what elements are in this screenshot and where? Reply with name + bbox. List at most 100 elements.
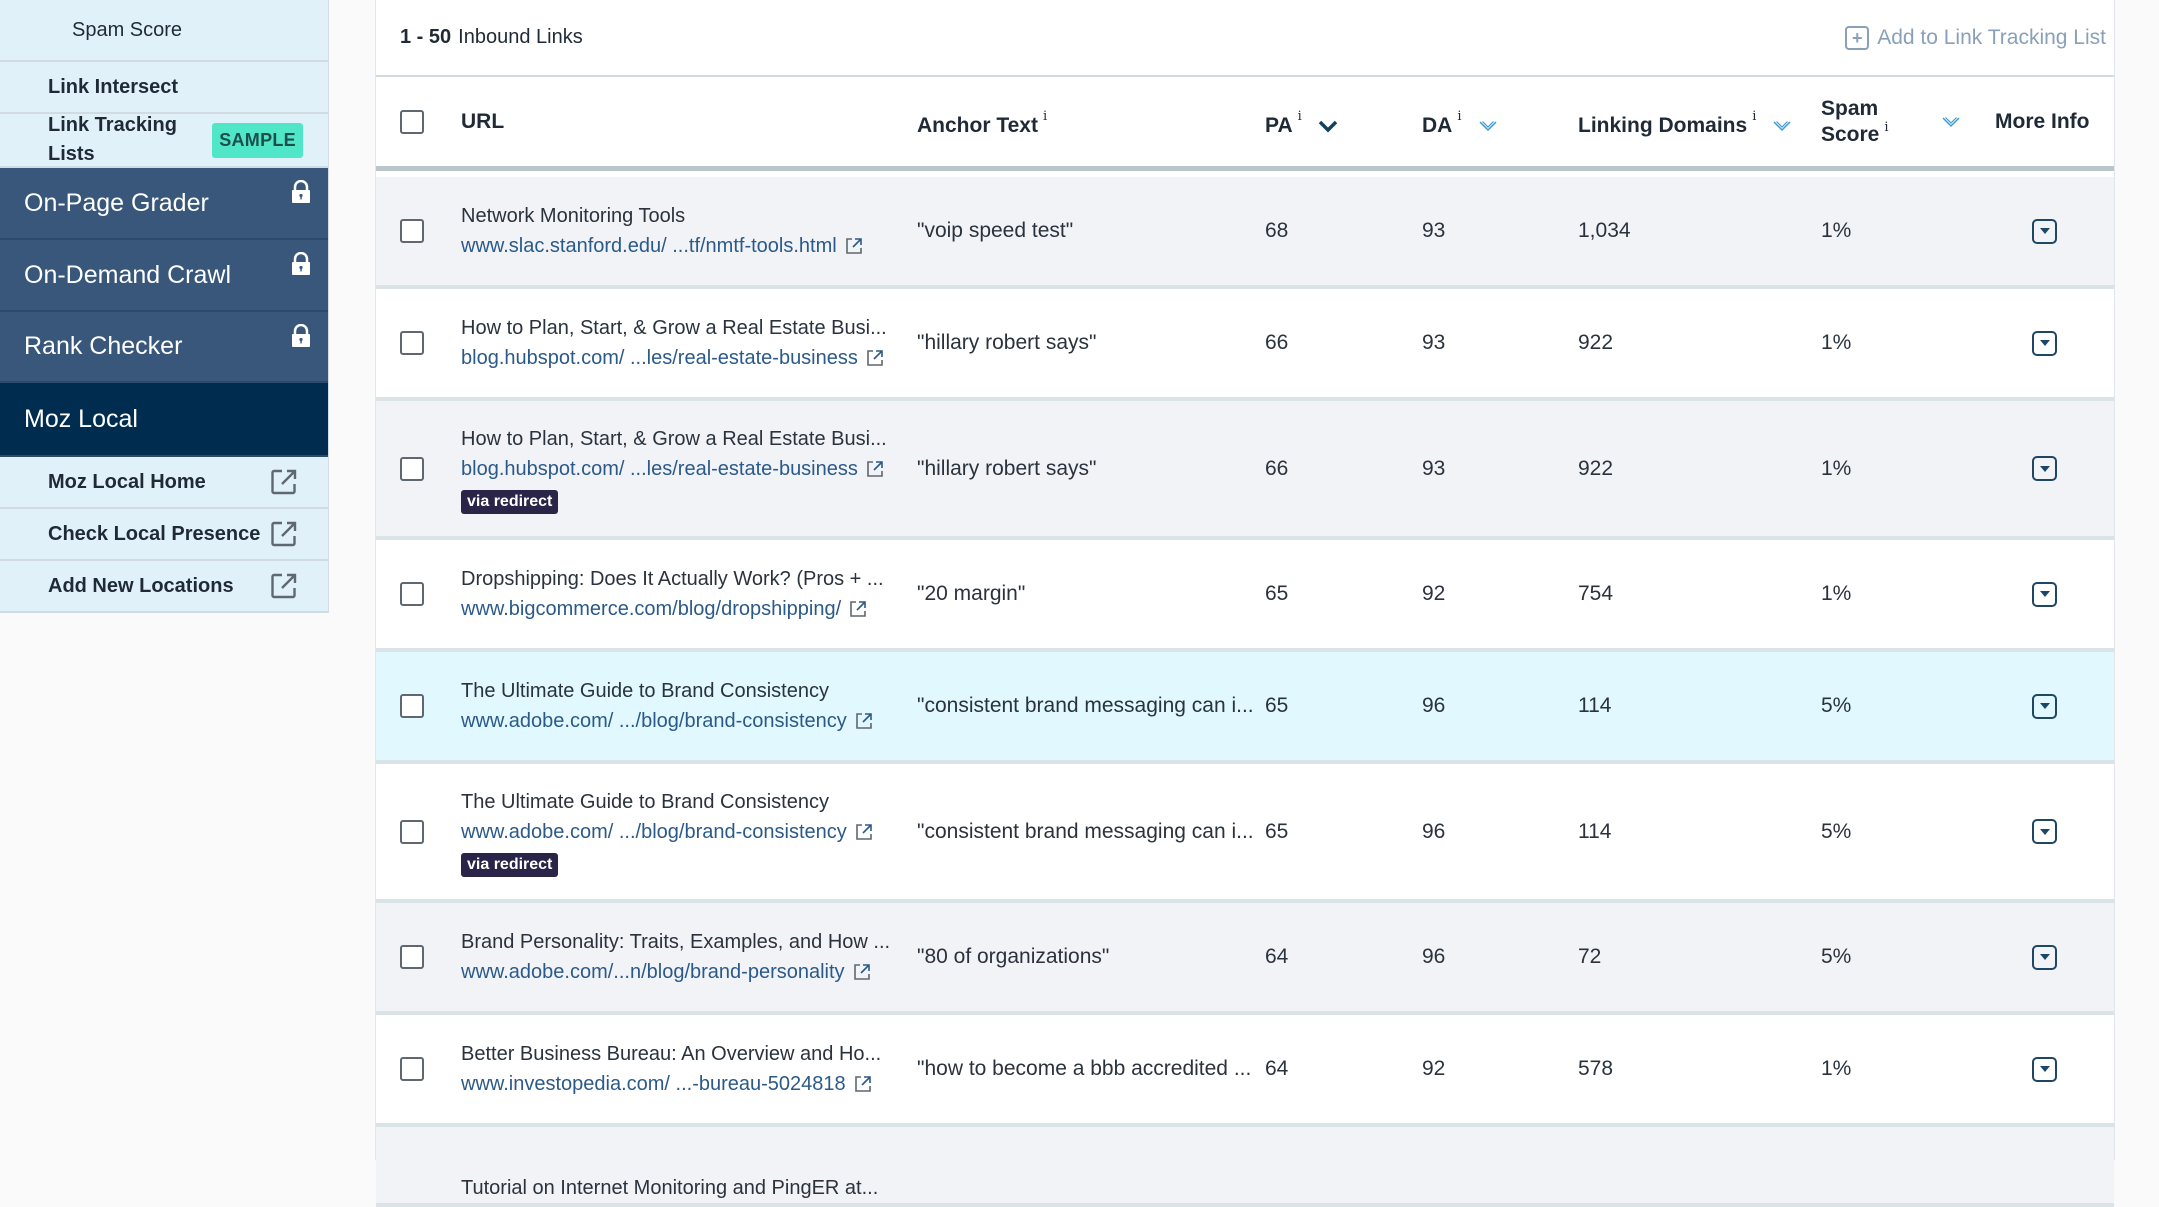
- table-row[interactable]: Brand Personality: Traits, Examples, and…: [376, 903, 2114, 1015]
- column-label: Anchor Text: [917, 113, 1038, 137]
- url-cell: How to Plan, Start, & Grow a Real Estate…: [461, 401, 901, 536]
- url-cell: Better Business Bureau: An Overview and …: [461, 1015, 901, 1123]
- row-checkbox[interactable]: [400, 819, 424, 844]
- table-row[interactable]: Network Monitoring Tools www.slac.stanfo…: [376, 177, 2114, 289]
- page-title: Brand Personality: Traits, Examples, and…: [461, 931, 891, 953]
- inbound-links-panel: 1 - 50 Inbound Links + Add to Link Track…: [375, 0, 2115, 1207]
- result-range-label: Inbound Links: [458, 26, 583, 48]
- select-all-checkbox[interactable]: [400, 109, 424, 134]
- sidebar-item-moz-local-home[interactable]: Moz Local Home: [0, 457, 328, 509]
- expand-more-info-button[interactable]: [2032, 819, 2057, 844]
- table-row[interactable]: The Ultimate Guide to Brand Consistency …: [376, 652, 2114, 764]
- table-row[interactable]: Tutorial on Internet Monitoring and Ping…: [376, 1127, 2114, 1207]
- info-icon[interactable]: i: [1043, 109, 1047, 124]
- sidebar-item-label: Check Local Presence: [48, 522, 261, 545]
- more-info-cell: [2032, 540, 2057, 648]
- pa-cell: 65: [1265, 582, 1289, 605]
- page-url-link[interactable]: www.adobe.com/ .../blog/brand-consistenc…: [461, 706, 873, 736]
- row-checkbox[interactable]: [400, 456, 424, 481]
- page-url-link[interactable]: www.adobe.com/...n/blog/brand-personalit…: [461, 957, 871, 987]
- da-cell: 96: [1422, 694, 1446, 717]
- sidebar-item-rank-checker[interactable]: Rank Checker: [0, 312, 328, 383]
- add-to-link-tracking-list-label: Add to Link Tracking List: [1877, 25, 2106, 49]
- row-checkbox[interactable]: [400, 694, 424, 718]
- table-row[interactable]: How to Plan, Start, & Grow a Real Estate…: [376, 289, 2114, 401]
- more-info-cell: [2032, 764, 2057, 899]
- expand-more-info-button[interactable]: [2032, 330, 2057, 356]
- sidebar-item-label: Add New Locations: [48, 574, 234, 597]
- row-checkbox[interactable]: [400, 945, 424, 969]
- page-url: www.investopedia.com/ ...-bureau-5024818: [461, 1073, 846, 1095]
- page-url-link[interactable]: www.adobe.com/ .../blog/brand-consistenc…: [461, 817, 873, 847]
- sidebar-item-on-demand-crawl[interactable]: On-Demand Crawl: [0, 240, 328, 312]
- sidebar-item-moz-local[interactable]: Moz Local: [0, 383, 328, 457]
- table-row[interactable]: The Ultimate Guide to Brand Consistency …: [376, 764, 2114, 903]
- table-row[interactable]: Better Business Bureau: An Overview and …: [376, 1015, 2114, 1127]
- linking-domains-cell: 72: [1578, 945, 1602, 968]
- expand-more-info-button[interactable]: [2032, 1056, 2057, 1082]
- via-redirect-badge: via redirect: [461, 852, 559, 877]
- page-title: How to Plan, Start, & Grow a Real Estate…: [461, 427, 887, 450]
- info-icon[interactable]: i: [1457, 109, 1461, 124]
- url-cell: Network Monitoring Tools www.slac.stanfo…: [461, 177, 901, 285]
- anchor-text-cell: "20 margin": [917, 582, 1026, 605]
- row-select-cell: [376, 764, 456, 899]
- sort-desc-active-icon[interactable]: [1318, 119, 1338, 133]
- info-icon[interactable]: i: [1752, 109, 1756, 124]
- anchor-text-cell: "hillary robert says": [917, 456, 1097, 480]
- sidebar-item-check-local-presence[interactable]: Check Local Presence: [0, 509, 328, 561]
- row-checkbox[interactable]: [400, 582, 424, 606]
- info-icon[interactable]: i: [1884, 120, 1888, 135]
- linking-domains-cell: 922: [1578, 331, 1614, 354]
- more-info-cell: [2032, 289, 2057, 397]
- page-url-link[interactable]: www.slac.stanford.edu/ ...tf/nmtf-tools.…: [461, 231, 863, 261]
- column-header-spam-score[interactable]: Spam Score i: [1821, 77, 1961, 166]
- page-url-link[interactable]: blog.hubspot.com/ ...les/real-estate-bus…: [461, 343, 884, 373]
- plus-icon: +: [1845, 25, 1870, 50]
- expand-more-info-button[interactable]: [2032, 944, 2057, 970]
- row-checkbox[interactable]: [400, 219, 424, 243]
- expand-more-info-button[interactable]: [2032, 218, 2057, 244]
- table-row[interactable]: How to Plan, Start, & Grow a Real Estate…: [376, 401, 2114, 540]
- sidebar-item-on-page-grader[interactable]: On-Page Grader: [0, 168, 328, 240]
- page-url: blog.hubspot.com/ ...les/real-estate-bus…: [461, 347, 858, 369]
- column-label-line1: Spam: [1821, 96, 1879, 120]
- column-header-linking-domains[interactable]: Linking Domains i: [1578, 81, 1792, 170]
- row-checkbox[interactable]: [400, 331, 424, 355]
- column-header-da[interactable]: DA i: [1422, 81, 1498, 170]
- row-select-cell: [376, 1015, 456, 1123]
- page-title: Network Monitoring Tools: [461, 205, 686, 227]
- pa-cell: 66: [1265, 456, 1289, 480]
- column-header-pa[interactable]: PA i: [1265, 81, 1338, 170]
- page-title: How to Plan, Start, & Grow a Real Estate…: [461, 317, 887, 339]
- anchor-text-cell: "voip speed test": [917, 219, 1074, 242]
- table-row[interactable]: Dropshipping: Does It Actually Work? (Pr…: [376, 540, 2114, 652]
- row-select-cell: [376, 540, 456, 648]
- da-cell: 93: [1422, 331, 1446, 354]
- sort-chevron-icon[interactable]: [1941, 115, 1961, 129]
- column-header-url: URL: [461, 77, 504, 166]
- page-url-link[interactable]: blog.hubspot.com/ ...les/real-estate-bus…: [461, 454, 884, 484]
- url-cell: The Ultimate Guide to Brand Consistency …: [461, 764, 901, 899]
- linking-domains-cell: 1,034: [1578, 219, 1631, 242]
- sort-chevron-icon[interactable]: [1772, 119, 1792, 133]
- sidebar-item-link-intersect[interactable]: Link Intersect: [0, 62, 328, 114]
- column-label: More Info: [1995, 109, 2090, 133]
- row-checkbox[interactable]: [400, 1057, 424, 1081]
- page-url: www.adobe.com/ .../blog/brand-consistenc…: [461, 820, 847, 843]
- spam-score-cell: 1%: [1821, 331, 1852, 354]
- sidebar-item-link-tracking-lists[interactable]: Link Tracking Lists SAMPLE: [0, 114, 328, 168]
- add-to-link-tracking-list-button[interactable]: + Add to Link Tracking List: [1845, 25, 2106, 50]
- external-link-icon: [854, 1076, 871, 1092]
- sidebar-item-add-new-locations[interactable]: Add New Locations: [0, 561, 328, 613]
- expand-more-info-button[interactable]: [2032, 581, 2057, 607]
- sidebar-item-spam-score[interactable]: Spam Score: [0, 0, 328, 62]
- page-url-link[interactable]: www.investopedia.com/ ...-bureau-5024818: [461, 1069, 872, 1099]
- url-cell: Tutorial on Internet Monitoring and Ping…: [461, 1127, 901, 1203]
- info-icon[interactable]: i: [1298, 109, 1302, 124]
- page-url-link[interactable]: www.bigcommerce.com/blog/dropshipping/: [461, 594, 867, 624]
- sort-chevron-icon[interactable]: [1478, 119, 1498, 133]
- expand-more-info-button[interactable]: [2032, 693, 2057, 719]
- expand-more-info-button[interactable]: [2032, 456, 2057, 481]
- external-link-icon: [271, 573, 297, 599]
